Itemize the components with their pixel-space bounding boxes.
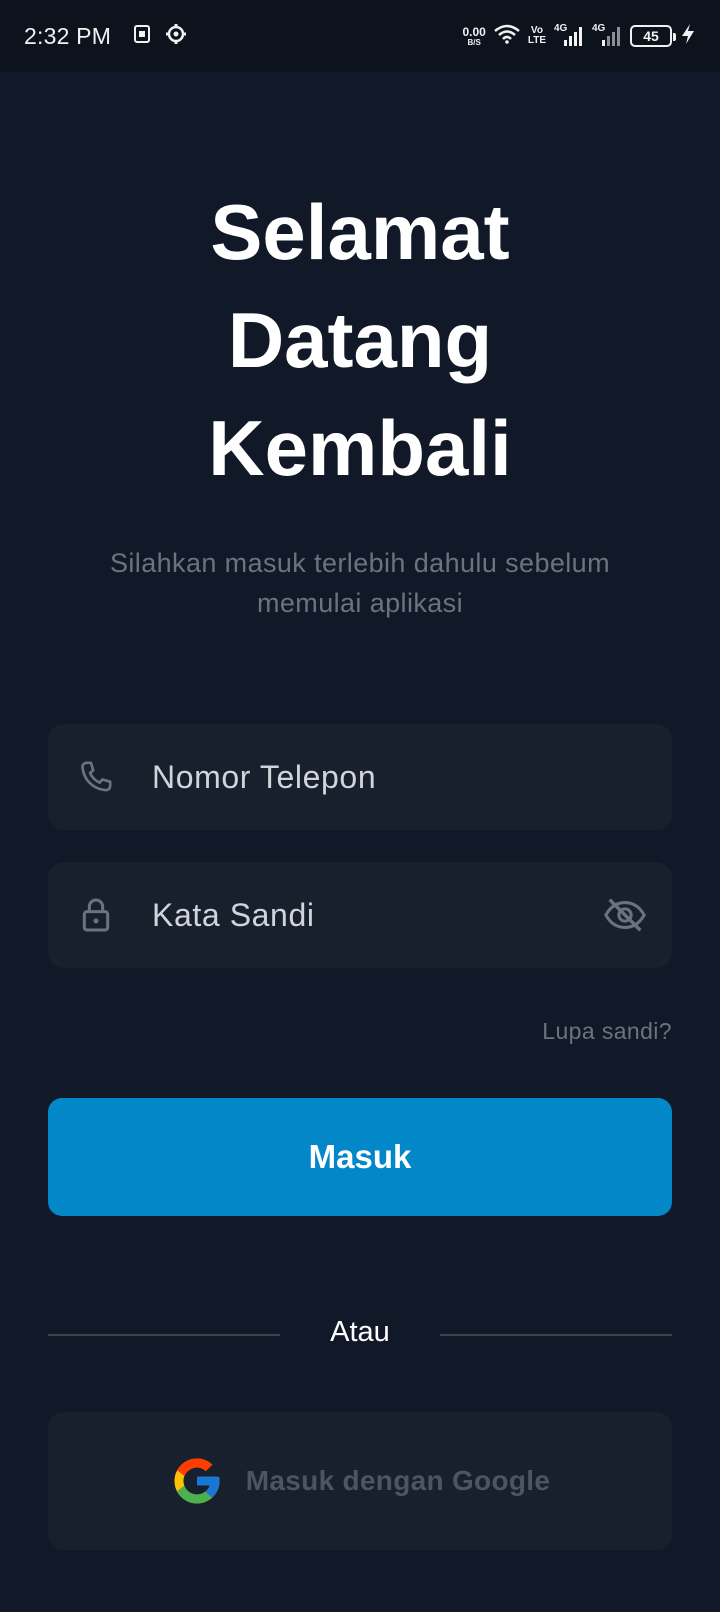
network-speed: 0.00 B/S (462, 26, 485, 47)
title-line: Selamat (210, 188, 510, 276)
charging-bolt-icon (680, 23, 696, 50)
google-login-label: Masuk dengan Google (245, 1465, 551, 1496)
battery-icon: 45 (630, 25, 676, 47)
volte-indicator: Vo LTE (528, 26, 546, 46)
sim-card-icon (133, 24, 151, 49)
network-speed-value: 0.00 (462, 24, 486, 39)
lock-icon (76, 895, 116, 935)
divider-right (440, 1334, 672, 1336)
volte-bottom: LTE (527, 35, 546, 46)
title-line: Datang (227, 296, 493, 384)
wifi-icon (494, 24, 520, 49)
signal-icon: 4G (592, 23, 622, 47)
phone-number-field[interactable]: Nomor Telepon (48, 724, 672, 830)
eye-off-icon[interactable] (602, 892, 648, 938)
or-separator-text: Atau (330, 1316, 390, 1348)
status-time: 2:32 PM (24, 22, 112, 49)
subtitle-line: Silahkan masuk terlebih dahulu sebelum (110, 548, 610, 578)
login-button[interactable]: Masuk (48, 1098, 672, 1216)
password-placeholder: Kata Sandi (152, 896, 315, 933)
password-field[interactable]: Kata Sandi (48, 862, 672, 968)
signal-icon: 4G (554, 23, 584, 47)
status-right-icons: 0.00 B/S Vo LTE 4G 4G 45 (462, 23, 696, 50)
google-logo-icon (170, 1454, 224, 1508)
forgot-password-link[interactable]: Lupa sandi? (542, 1018, 672, 1045)
sim1-network-label: 4G (554, 23, 568, 34)
settings-gear-icon (165, 23, 187, 50)
page-subtitle: Silahkan masuk terlebih dahulu sebelum m… (70, 543, 650, 623)
status-left-icons (133, 23, 187, 50)
subtitle-line: memulai aplikasi (257, 588, 463, 618)
sim2-network-label: 4G (592, 23, 606, 34)
title-line: Kembali (208, 404, 512, 492)
battery-level: 45 (643, 28, 659, 44)
page-title: Selamat Datang Kembali (0, 178, 720, 502)
network-speed-unit: B/S (467, 37, 481, 47)
google-login-button[interactable]: Masuk dengan Google (48, 1412, 672, 1550)
phone-number-placeholder: Nomor Telepon (152, 758, 377, 795)
phone-icon (76, 757, 116, 797)
status-bar: 2:32 PM 0.00 B/S Vo LTE 4G 4G 45 (0, 0, 720, 72)
